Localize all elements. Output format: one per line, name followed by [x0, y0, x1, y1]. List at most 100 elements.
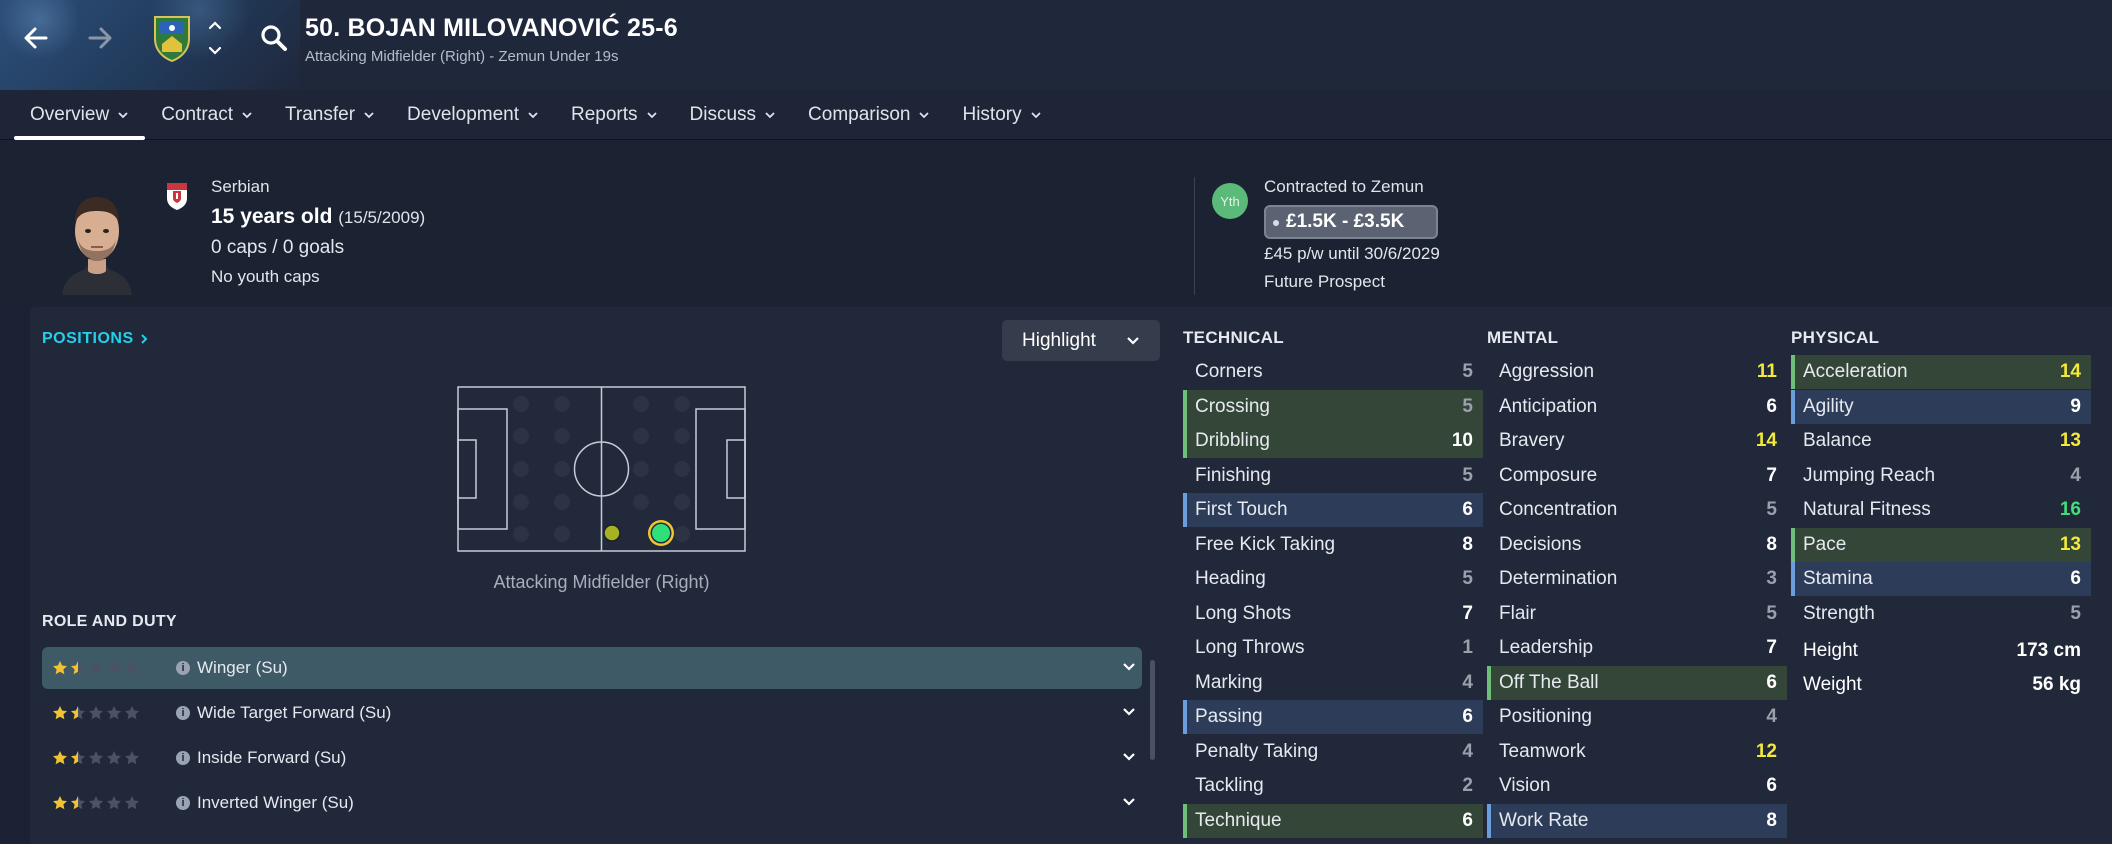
star-icon: [71, 706, 85, 720]
attribute-row[interactable]: Decisions 8: [1487, 528, 1787, 562]
role-row[interactable]: i Winger (Su): [42, 647, 1142, 689]
attribute-name: Marking: [1195, 671, 1263, 693]
attribute-row[interactable]: Flair 5: [1487, 597, 1787, 631]
attribute-row[interactable]: Long Throws 1: [1183, 631, 1483, 665]
chevron-down-icon[interactable]: [207, 44, 223, 58]
attribute-row[interactable]: Composure 7: [1487, 459, 1787, 493]
contract-club[interactable]: Contracted to Zemun: [1264, 177, 1424, 197]
star-icon: [107, 706, 121, 720]
star-icon: [125, 751, 139, 765]
attribute-row[interactable]: Vision 6: [1487, 769, 1787, 803]
tab-development[interactable]: Development: [391, 90, 555, 140]
attribute-value: 2: [1462, 775, 1473, 796]
attribute-name: Dribbling: [1195, 430, 1270, 451]
attribute-row[interactable]: Bravery 14: [1487, 424, 1787, 458]
date-of-birth: (15/5/2009): [338, 208, 426, 227]
attribute-row[interactable]: First Touch 6: [1183, 493, 1483, 527]
club-crest-icon[interactable]: [152, 14, 192, 62]
attribute-row[interactable]: Technique 6: [1183, 803, 1483, 838]
search-icon[interactable]: [258, 22, 290, 54]
chevron-up-icon[interactable]: [207, 18, 223, 32]
chevron-down-icon[interactable]: [1122, 752, 1136, 762]
tab-contract[interactable]: Contract: [145, 90, 269, 140]
highlight-dropdown[interactable]: Highlight: [1002, 320, 1160, 361]
attribute-value: 14: [1755, 430, 1777, 451]
role-list-scrollbar[interactable]: [1150, 660, 1155, 760]
transfer-value[interactable]: £1.5K - £3.5K: [1264, 205, 1438, 239]
attribute-row[interactable]: Agility 9: [1791, 389, 2091, 424]
star-icon: [89, 796, 103, 810]
attribute-value: 5: [2070, 602, 2081, 624]
role-row[interactable]: i Inside Forward (Su): [42, 737, 1142, 779]
chevron-down-icon: [364, 111, 374, 118]
star-icon: [71, 751, 85, 765]
role-row[interactable]: i Inverted Winger (Su): [42, 782, 1142, 824]
attribute-row[interactable]: Balance 13: [1791, 424, 2091, 458]
attribute-row[interactable]: Passing 6: [1183, 700, 1483, 734]
attribute-row[interactable]: Dribbling 10: [1183, 424, 1483, 458]
tab-history[interactable]: History: [946, 90, 1057, 140]
attribute-name: Strength: [1803, 602, 1875, 624]
tab-reports[interactable]: Reports: [555, 90, 674, 140]
attribute-value: 13: [2059, 430, 2081, 451]
attribute-row[interactable]: Anticipation 6: [1487, 390, 1787, 424]
attribute-value: 5: [1766, 602, 1777, 624]
back-button[interactable]: [16, 18, 56, 58]
attribute-value: 11: [1756, 361, 1777, 382]
attribute-row[interactable]: Strength 5: [1791, 597, 2091, 631]
chevron-down-icon[interactable]: [1122, 662, 1136, 672]
attribute-value: 7: [1766, 464, 1777, 486]
attribute-row[interactable]: Concentration 5: [1487, 493, 1787, 527]
positions-link[interactable]: POSITIONS: [42, 330, 148, 348]
attribute-row[interactable]: Teamwork 12: [1487, 735, 1787, 769]
tab-overview[interactable]: Overview: [14, 90, 146, 140]
attribute-row[interactable]: Finishing 5: [1183, 459, 1483, 493]
attribute-row[interactable]: Determination 3: [1487, 562, 1787, 596]
attribute-row[interactable]: Aggression 11: [1487, 355, 1787, 389]
tab-label: Reports: [571, 103, 638, 125]
chevron-down-icon: [1030, 111, 1041, 118]
role-row[interactable]: i Wide Target Forward (Su): [42, 692, 1142, 734]
player-avatar: [62, 197, 132, 295]
attribute-row[interactable]: Penalty Taking 4: [1183, 735, 1483, 769]
player-switcher[interactable]: [206, 18, 224, 58]
forward-arrow-icon: [88, 27, 112, 49]
tab-comparison[interactable]: Comparison: [792, 90, 946, 140]
attribute-name: Concentration: [1499, 499, 1618, 520]
technical-attributes: Corners 5 Crossing 5 Dribbling 10 Finishing 5 Fi…: [1183, 355, 1483, 838]
attribute-row[interactable]: Tackling 2: [1183, 769, 1483, 803]
attribute-row[interactable]: Crossing 5: [1183, 389, 1483, 424]
attribute-row[interactable]: Long Shots 7: [1183, 597, 1483, 631]
attribute-row[interactable]: Off The Ball 6: [1487, 665, 1787, 700]
attribute-name: Free Kick Taking: [1195, 533, 1336, 555]
info-icon[interactable]: i: [176, 796, 190, 810]
attribute-row[interactable]: Acceleration 14: [1791, 355, 2091, 389]
player-status: Future Prospect: [1264, 272, 1385, 291]
tab-discuss[interactable]: Discuss: [674, 90, 793, 140]
attribute-row[interactable]: Jumping Reach 4: [1791, 459, 2091, 493]
attribute-row[interactable]: Work Rate 8: [1487, 803, 1787, 838]
attribute-name: Corners: [1195, 361, 1263, 382]
weight-label: Weight: [1803, 674, 1862, 695]
attribute-name: Stamina: [1803, 568, 1873, 589]
attribute-row[interactable]: Positioning 4: [1487, 700, 1787, 734]
attribute-row[interactable]: Heading 5: [1183, 562, 1483, 596]
attribute-row[interactable]: Pace 13: [1791, 527, 2091, 562]
info-icon[interactable]: i: [176, 661, 190, 675]
attribute-row[interactable]: Stamina 6: [1791, 562, 2091, 596]
attribute-name: Tackling: [1195, 775, 1264, 796]
info-icon[interactable]: i: [176, 751, 190, 765]
role-rating: [52, 795, 140, 811]
tab-transfer[interactable]: Transfer: [269, 90, 391, 140]
chevron-down-icon[interactable]: [1122, 797, 1136, 807]
star-icon: [125, 706, 139, 720]
attribute-row[interactable]: Leadership 7: [1487, 631, 1787, 665]
star-icon: [53, 706, 67, 720]
chevron-down-icon[interactable]: [1122, 707, 1136, 717]
attribute-row[interactable]: Marking 4: [1183, 666, 1483, 700]
attribute-row[interactable]: Free Kick Taking 8: [1183, 528, 1483, 562]
info-icon[interactable]: i: [176, 706, 190, 720]
attribute-row[interactable]: Natural Fitness 16: [1791, 493, 2091, 527]
forward-button[interactable]: [80, 18, 120, 58]
attribute-row[interactable]: Corners 5: [1183, 355, 1483, 389]
